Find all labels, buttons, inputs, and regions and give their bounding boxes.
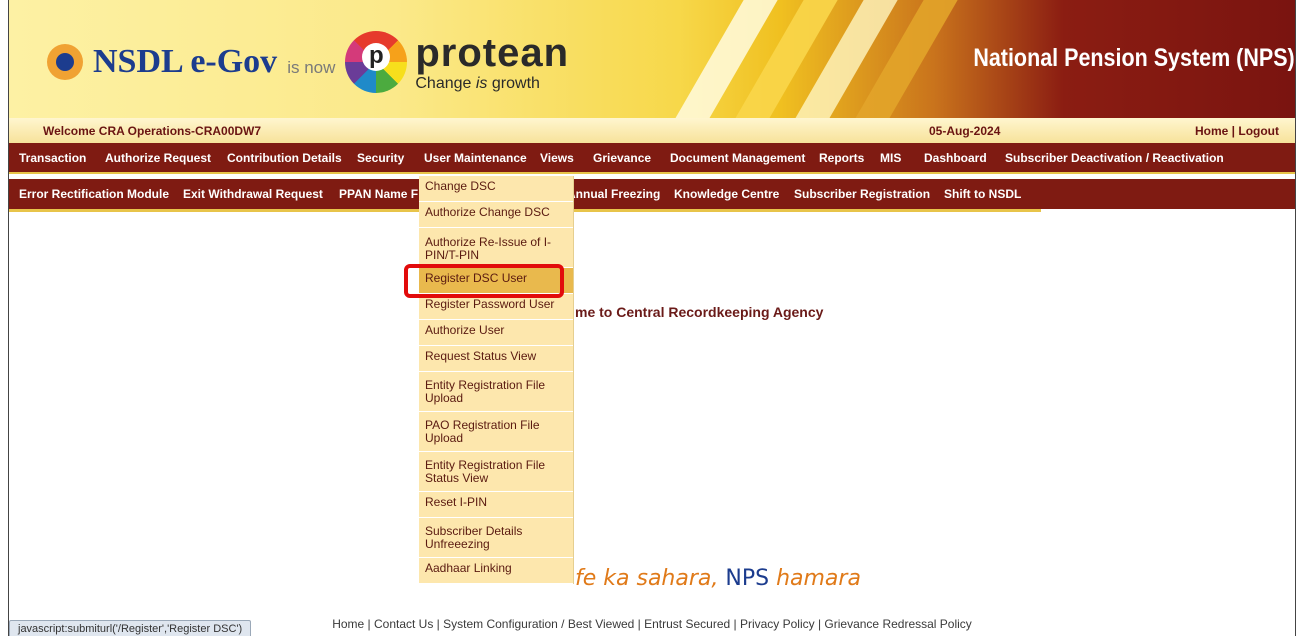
site-header: NSDL e-Gov is now protean Change is grow… <box>9 0 1295 118</box>
highlight-box <box>404 264 564 298</box>
menu-error-rectification[interactable]: Error Rectification Module <box>19 187 169 201</box>
menu-security[interactable]: Security <box>357 151 404 165</box>
protean-brand: protean <box>415 30 570 75</box>
status-bar-url: javascript:submiturl('/Register','Regist… <box>9 620 252 636</box>
menu-mis[interactable]: MIS <box>880 151 901 165</box>
menu-contribution-details[interactable]: Contribution Details <box>227 151 342 165</box>
main-menu-row-2: Error Rectification Module Exit Withdraw… <box>9 179 1295 209</box>
protean-logo-icon <box>345 31 408 93</box>
menu-user-maintenance[interactable]: User Maintenance <box>424 151 527 165</box>
dd-reset-ipin[interactable]: Reset I-PIN <box>419 492 573 518</box>
menu-document-management[interactable]: Document Management <box>670 151 805 165</box>
menu-annual-freezing[interactable]: Annual Freezing <box>567 187 660 201</box>
dd-request-status-view[interactable]: Request Status View <box>419 346 573 372</box>
welcome-user: Welcome CRA Operations-CRA00DW7 <box>43 124 262 138</box>
dd-change-dsc[interactable]: Change DSC <box>419 176 573 202</box>
slogan: fe ka sahara, NPS hamara <box>575 566 861 591</box>
menu-dashboard[interactable]: Dashboard <box>924 151 987 165</box>
dd-entity-registration-upload[interactable]: Entity Registration File Upload <box>419 372 573 412</box>
dd-subscriber-details-unfreezing[interactable]: Subscriber Details Unfreeezing <box>419 518 573 558</box>
dd-authorize-user[interactable]: Authorize User <box>419 320 573 346</box>
is-now-label: is now <box>287 58 336 77</box>
dd-entity-registration-status[interactable]: Entity Registration File Status View <box>419 452 573 492</box>
menu-ppan-name[interactable]: PPAN Name F <box>339 187 418 201</box>
menu-views[interactable]: Views <box>540 151 574 165</box>
nps-title: National Pension System (NPS) <box>973 44 1295 72</box>
header-logos: NSDL e-Gov is now protean Change is grow… <box>47 22 569 102</box>
menu-exit-withdrawal[interactable]: Exit Withdrawal Request <box>183 187 323 201</box>
menu-subscriber-registration[interactable]: Subscriber Registration <box>794 187 930 201</box>
browser-frame: NSDL e-Gov is now protean Change is grow… <box>8 0 1296 636</box>
menu-shift-to-nsdl[interactable]: Shift to NSDL <box>944 187 1021 201</box>
main-menu-row-1: Transaction Authorize Request Contributi… <box>9 143 1295 174</box>
menu-knowledge-centre[interactable]: Knowledge Centre <box>674 187 779 201</box>
welcome-message: me to Central Recordkeeping Agency <box>575 304 824 320</box>
nsdl-logo-icon <box>47 44 83 80</box>
dd-pao-registration-upload[interactable]: PAO Registration File Upload <box>419 412 573 452</box>
nsdl-brand: NSDL e-Gov <box>93 43 278 80</box>
dd-aadhaar-linking[interactable]: Aadhaar Linking <box>419 558 573 584</box>
current-date: 05-Aug-2024 <box>929 124 1001 138</box>
menu-grievance[interactable]: Grievance <box>593 151 651 165</box>
dd-authorize-reissue-pin[interactable]: Authorize Re-Issue of I-PIN/T-PIN <box>419 228 573 268</box>
home-logout-links[interactable]: Home | Logout <box>1195 124 1279 138</box>
menu-transaction[interactable]: Transaction <box>19 151 86 165</box>
protean-tagline: Change is growth <box>415 74 540 92</box>
user-maintenance-dropdown: Change DSC Authorize Change DSC Authoriz… <box>419 176 574 584</box>
welcome-bar: Welcome CRA Operations-CRA00DW7 05-Aug-2… <box>9 118 1295 143</box>
menu-reports[interactable]: Reports <box>819 151 864 165</box>
dd-authorize-change-dsc[interactable]: Authorize Change DSC <box>419 202 573 228</box>
menu-subscriber-deactivation[interactable]: Subscriber Deactivation / Reactivation <box>1005 151 1224 165</box>
menu-authorize-request[interactable]: Authorize Request <box>105 151 211 165</box>
